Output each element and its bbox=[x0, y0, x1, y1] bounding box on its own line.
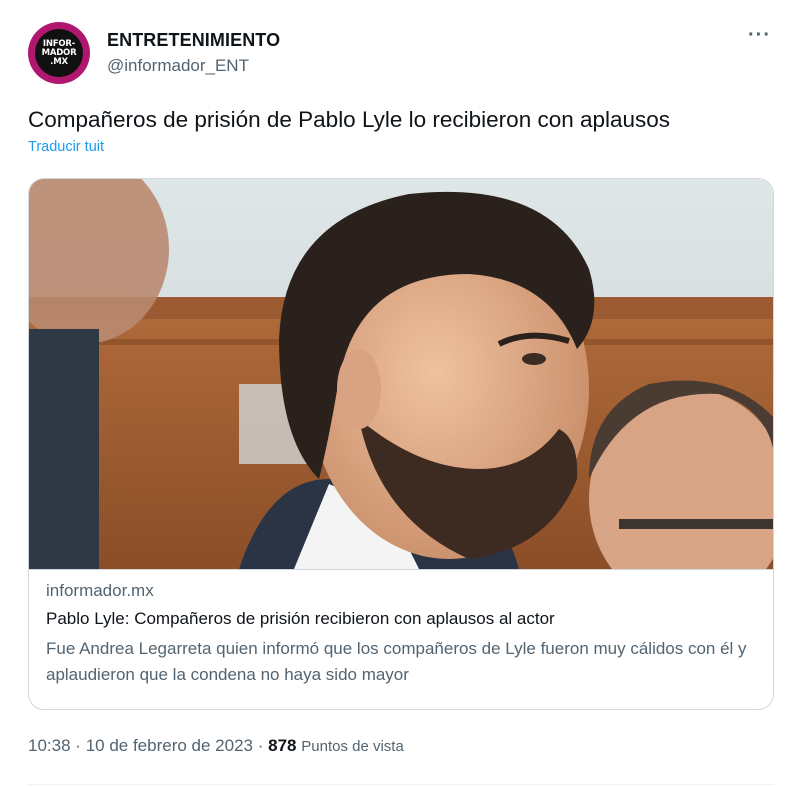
tweet-meta: 10:38 · 10 de febrero de 2023 · 878 Punt… bbox=[28, 736, 404, 756]
avatar-logo: INFOR- MADOR .MX bbox=[35, 29, 83, 77]
views-count: 878 bbox=[268, 736, 297, 755]
author-handle[interactable]: @informador_ENT bbox=[107, 56, 249, 76]
tweet: INFOR- MADOR .MX ENTRETENIMIENTO @inform… bbox=[0, 0, 800, 787]
divider bbox=[28, 784, 774, 785]
tweet-time[interactable]: 10:38 bbox=[28, 736, 71, 755]
views-label: Puntos de vista bbox=[301, 738, 404, 755]
avatar[interactable]: INFOR- MADOR .MX bbox=[28, 22, 90, 84]
more-horizontal-icon[interactable]: ··· bbox=[748, 24, 771, 47]
separator: · bbox=[257, 736, 264, 755]
link-card[interactable]: informador.mx Pablo Lyle: Compañeros de … bbox=[28, 178, 774, 710]
translate-link[interactable]: Traducir tuit bbox=[28, 139, 104, 155]
card-description: Fue Andrea Legarreta quien informó que l… bbox=[46, 639, 747, 684]
tweet-text: Compañeros de prisión de Pablo Lyle lo r… bbox=[28, 107, 671, 132]
separator: · bbox=[75, 736, 81, 755]
card-title: Pablo Lyle: Compañeros de prisión recibi… bbox=[46, 609, 555, 628]
card-domain: informador.mx bbox=[46, 581, 154, 600]
avatar-text-line: .MX bbox=[50, 56, 68, 67]
tweet-date[interactable]: 10 de febrero de 2023 bbox=[86, 736, 253, 755]
author-name[interactable]: ENTRETENIMIENTO bbox=[107, 30, 280, 51]
card-meta[interactable]: informador.mx Pablo Lyle: Compañeros de … bbox=[29, 569, 773, 709]
card-image[interactable] bbox=[29, 179, 774, 569]
